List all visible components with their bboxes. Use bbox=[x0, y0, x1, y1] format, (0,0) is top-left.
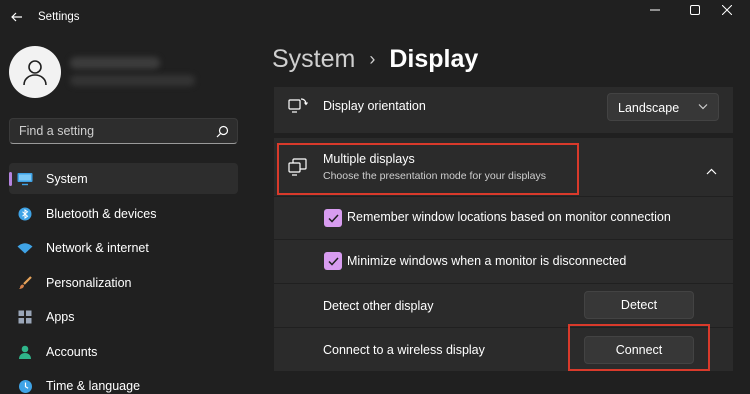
sidebar-item-time-language[interactable]: Time & language bbox=[9, 370, 238, 394]
bluetooth-icon bbox=[17, 206, 33, 222]
avatar[interactable] bbox=[9, 46, 61, 98]
sidebar-item-system[interactable]: System bbox=[9, 163, 238, 194]
minimize-windows-checkbox[interactable] bbox=[324, 252, 342, 270]
chevron-down-icon bbox=[698, 104, 708, 110]
minimize-icon bbox=[650, 9, 660, 11]
apps-icon bbox=[17, 309, 33, 325]
breadcrumb-system[interactable]: System bbox=[272, 45, 355, 74]
sidebar-item-personalization[interactable]: Personalization bbox=[9, 267, 238, 298]
remember-locations-label: Remember window locations based on monit… bbox=[347, 210, 671, 224]
sidebar-item-network[interactable]: Network & internet bbox=[9, 232, 238, 263]
display-orientation-card: Display orientation Landscape bbox=[274, 87, 733, 133]
multiple-displays-highlight bbox=[277, 143, 579, 195]
globe-clock-icon bbox=[17, 378, 33, 394]
search-input[interactable]: Find a setting bbox=[9, 118, 238, 144]
breadcrumb: System › Display bbox=[272, 45, 478, 74]
user-name-redacted bbox=[70, 57, 160, 69]
active-indicator bbox=[9, 172, 12, 186]
orientation-icon bbox=[288, 97, 308, 120]
page-title: Display bbox=[389, 45, 479, 73]
app-title: Settings bbox=[38, 11, 80, 23]
connect-highlight bbox=[568, 324, 710, 371]
sidebar-item-label: Bluetooth & devices bbox=[46, 206, 157, 221]
wireless-display-label: Connect to a wireless display bbox=[323, 343, 485, 357]
search-placeholder: Find a setting bbox=[19, 124, 95, 138]
sidebar-item-bluetooth-devices[interactable]: Bluetooth & devices bbox=[9, 198, 238, 229]
maximize-icon bbox=[690, 5, 700, 15]
sidebar-item-accounts[interactable]: Accounts bbox=[9, 336, 238, 367]
brush-icon bbox=[17, 275, 33, 291]
checkmark-icon bbox=[327, 213, 339, 223]
title-bar: Settings bbox=[0, 0, 750, 36]
back-arrow-icon bbox=[11, 12, 22, 22]
detect-button[interactable]: Detect bbox=[584, 291, 694, 319]
orientation-dropdown[interactable]: Landscape bbox=[607, 93, 719, 121]
sidebar-item-label: Network & internet bbox=[46, 241, 149, 255]
person-icon bbox=[17, 344, 33, 360]
search-icon bbox=[216, 125, 229, 138]
sidebar-item-label: Time & language bbox=[46, 379, 141, 393]
monitor-icon bbox=[17, 171, 33, 187]
sidebar-item-label: System bbox=[46, 172, 88, 186]
person-icon bbox=[23, 60, 47, 86]
close-button[interactable] bbox=[704, 0, 750, 20]
remember-locations-checkbox[interactable] bbox=[324, 209, 342, 227]
detect-display-row: Detect other display Detect bbox=[274, 284, 733, 327]
user-email-redacted bbox=[70, 75, 195, 86]
back-button[interactable] bbox=[6, 6, 28, 28]
minimize-windows-label: Minimize windows when a monitor is disco… bbox=[347, 254, 627, 268]
chevron-up-icon[interactable] bbox=[706, 162, 717, 180]
detect-display-label: Detect other display bbox=[323, 299, 434, 313]
minimize-windows-row: Minimize windows when a monitor is disco… bbox=[274, 240, 733, 283]
remember-locations-row: Remember window locations based on monit… bbox=[274, 197, 733, 239]
close-icon bbox=[722, 5, 732, 15]
sidebar-nav: System Bluetooth & devices Network & int… bbox=[9, 163, 238, 394]
sidebar-item-apps[interactable]: Apps bbox=[9, 301, 238, 332]
orientation-value: Landscape bbox=[618, 101, 680, 115]
wifi-icon bbox=[17, 240, 33, 256]
checkmark-icon bbox=[327, 256, 339, 266]
display-orientation-label: Display orientation bbox=[323, 99, 426, 113]
sidebar-item-label: Personalization bbox=[46, 275, 132, 290]
sidebar-item-label: Apps bbox=[46, 310, 75, 324]
sidebar-item-label: Accounts bbox=[46, 344, 98, 359]
breadcrumb-separator: › bbox=[369, 49, 376, 69]
